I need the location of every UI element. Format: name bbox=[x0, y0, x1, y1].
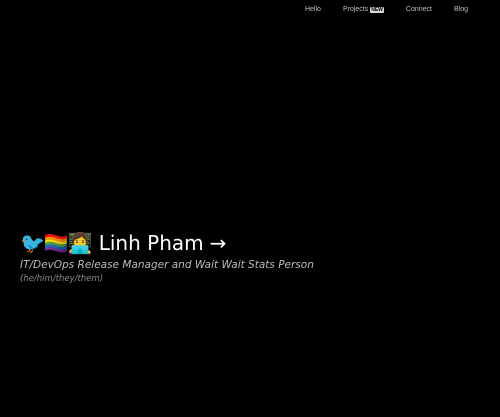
hero-tagline: IT/DevOps Release Manager and Wait Wait … bbox=[20, 259, 314, 271]
nav-link-hello[interactable]: Hello bbox=[305, 6, 321, 13]
nav-link-label: Hello bbox=[304, 6, 321, 13]
hero-pronouns: (he/him/they/them) bbox=[20, 274, 104, 284]
nav-link-projects[interactable]: Projects NEW bbox=[343, 6, 384, 13]
hero-title: 🐦🏳️‍🌈👩‍💻 Linh Pham → bbox=[20, 231, 314, 255]
nav-link-blog[interactable]: Blog bbox=[454, 6, 468, 13]
new-badge-icon: NEW bbox=[370, 6, 384, 13]
top-nav: Hello Projects NEW Connect Blog bbox=[305, 6, 468, 13]
arrow-right-icon[interactable]: → bbox=[210, 231, 227, 255]
hero-name: Linh Pham bbox=[98, 231, 204, 255]
nav-link-label: Projects bbox=[342, 6, 369, 13]
nav-link-label: Blog bbox=[453, 6, 468, 13]
nav-link-connect[interactable]: Connect bbox=[406, 6, 432, 13]
hero-section: 🐦🏳️‍🌈👩‍💻 Linh Pham → IT/DevOps Release M… bbox=[20, 231, 314, 284]
nav-link-label: Connect bbox=[405, 6, 432, 13]
emoji-glyphs-icon: 🐦🏳️‍🌈👩‍💻 bbox=[20, 231, 93, 255]
